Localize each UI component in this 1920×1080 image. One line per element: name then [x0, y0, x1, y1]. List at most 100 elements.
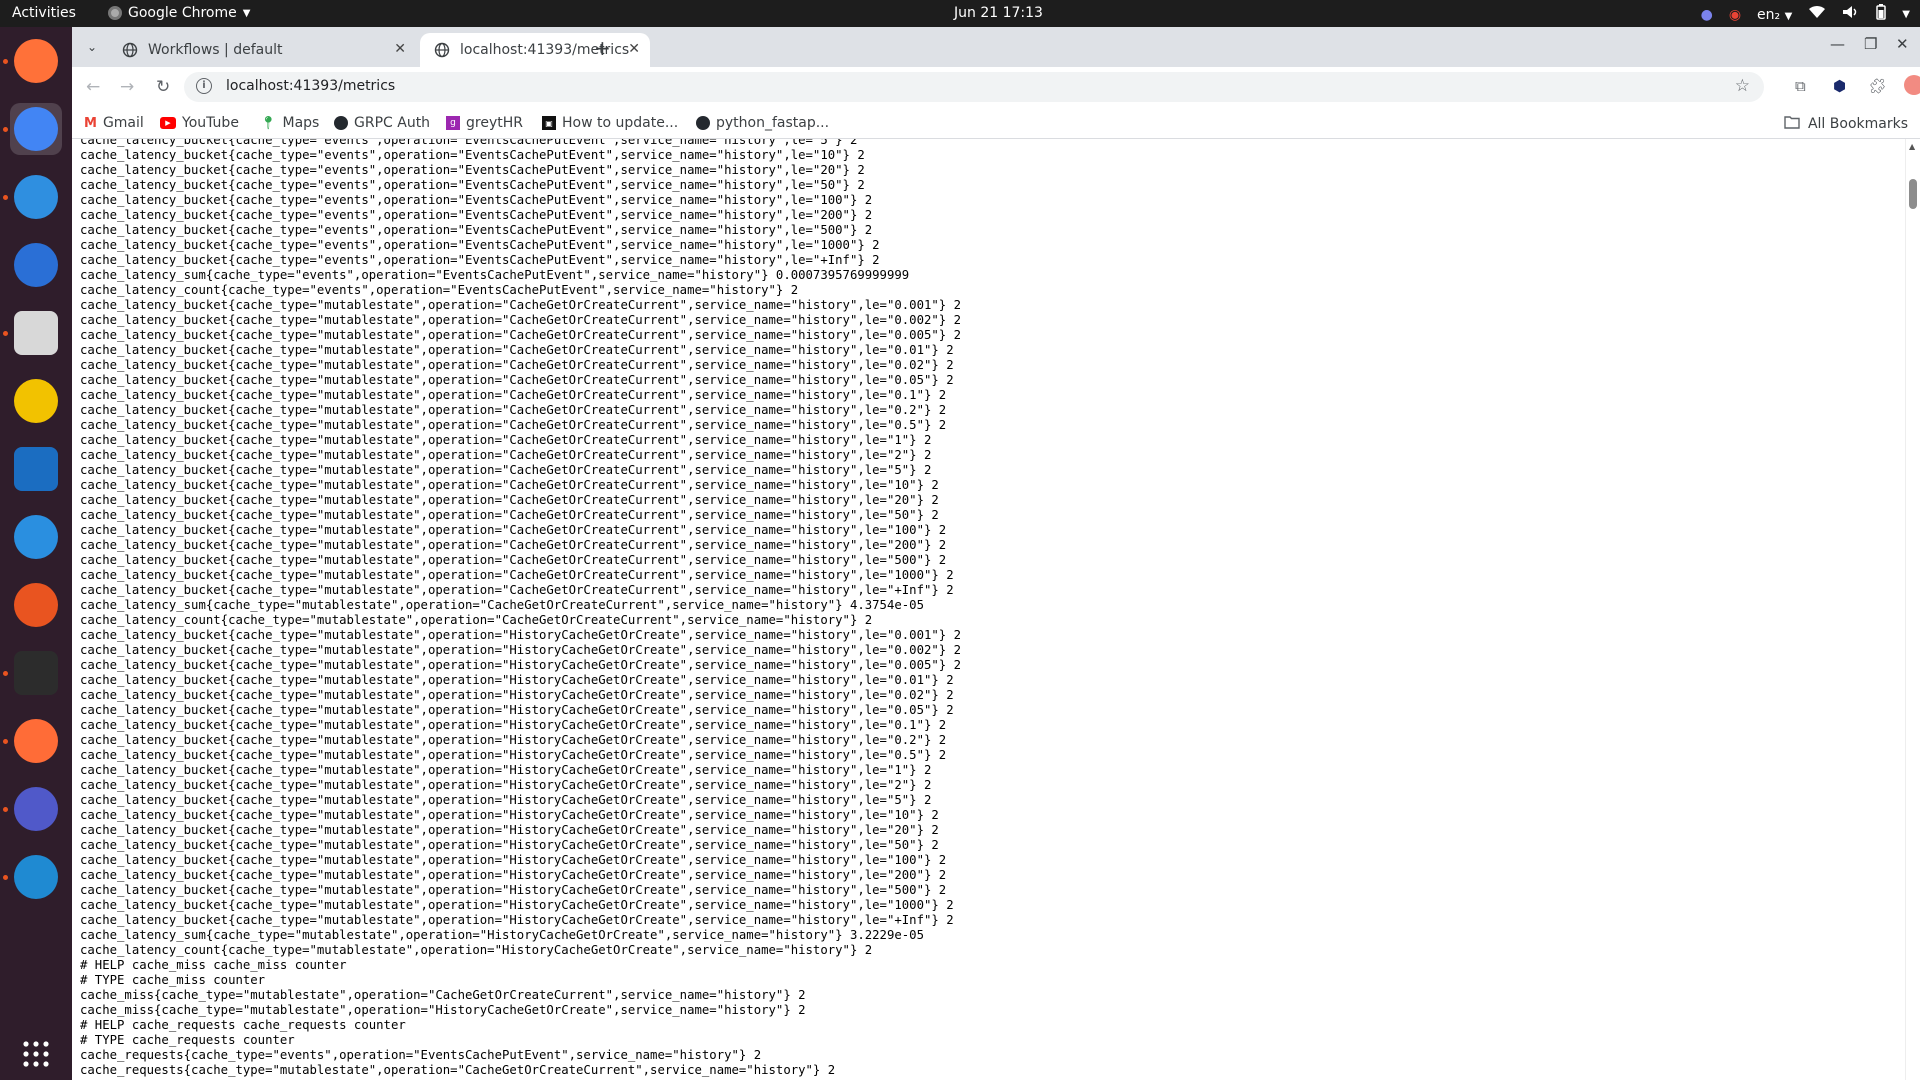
bookmark-greythr[interactable]: g greytHR [446, 115, 523, 131]
restore-icon[interactable]: ❐ [1864, 35, 1877, 53]
files-icon [14, 311, 58, 355]
wifi-icon[interactable] [1808, 5, 1826, 24]
metrics-line: cache_latency_bucket{cache_type="events"… [80, 178, 865, 192]
site-info-icon[interactable]: i [196, 78, 212, 94]
scrollbar[interactable]: ▲ [1905, 139, 1920, 1080]
language-label: en₂ [1757, 6, 1781, 23]
thunderbird-icon [14, 175, 58, 219]
password-extension-icon[interactable]: ⬢ [1833, 77, 1846, 95]
activities-button[interactable]: Activities [12, 5, 76, 21]
metrics-line: cache_latency_bucket{cache_type="mutable… [80, 553, 947, 567]
new-tab-button[interactable]: + [594, 36, 611, 60]
bookmark-label: How to update... [562, 115, 679, 131]
bookmark-site-icon: ▣ [542, 116, 556, 130]
metrics-line: cache_latency_bucket{cache_type="mutable… [80, 913, 954, 927]
browser-toolbar: ← → ↻ i localhost:41393/metrics ☆ ⧉ ⬢ 🧩︎… [72, 67, 1920, 107]
metrics-line: cache_latency_bucket{cache_type="events"… [80, 208, 873, 222]
github-icon [696, 116, 710, 130]
metrics-line: cache_latency_bucket{cache_type="mutable… [80, 523, 947, 537]
address-bar-url[interactable]: localhost:41393/metrics [226, 78, 395, 94]
dock-item[interactable] [10, 443, 62, 495]
page-content: cache_latency_bucket{cache_type="events"… [72, 139, 1920, 1080]
tab-search-button[interactable]: ⌄ [82, 37, 102, 57]
metrics-line: cache_latency_bucket{cache_type="mutable… [80, 373, 954, 387]
bookmark-grpc-auth[interactable]: GRPC Auth [334, 115, 430, 131]
bookmark-label: greytHR [466, 115, 523, 131]
metrics-line: cache_latency_bucket{cache_type="mutable… [80, 778, 932, 792]
rhythmbox-icon [14, 379, 58, 423]
metrics-line: cache_latency_bucket{cache_type="mutable… [80, 898, 954, 912]
running-indicator [3, 195, 8, 200]
tab-workflows[interactable]: Workflows | default ✕ [108, 33, 416, 67]
metrics-line: cache_latency_bucket{cache_type="mutable… [80, 688, 954, 702]
all-bookmarks-button[interactable]: All Bookmarks [1784, 115, 1908, 133]
power-menu-caret-icon[interactable]: ▼ [1902, 6, 1910, 24]
metrics-line: cache_latency_bucket{cache_type="mutable… [80, 733, 947, 747]
teams-tray-icon[interactable]: ● [1701, 6, 1713, 24]
dock-item[interactable] [10, 511, 62, 563]
profile-avatar[interactable] [1904, 75, 1920, 95]
metrics-line: cache_latency_bucket{cache_type="mutable… [80, 343, 954, 357]
system-top-bar: Activities Google Chrome ▼ Jun 21 17:13 … [0, 0, 1920, 27]
metrics-text: cache_latency_bucket{cache_type="events"… [80, 139, 961, 1078]
bookmark-how-to-update[interactable]: ▣ How to update... [542, 115, 678, 131]
dock-item[interactable] [3, 307, 62, 359]
dock-item[interactable] [3, 647, 62, 699]
firefox-icon [14, 39, 58, 83]
show-apps-button[interactable] [10, 1028, 62, 1080]
dock-item[interactable] [10, 579, 62, 631]
metrics-line: # TYPE cache_miss counter [80, 973, 266, 987]
screen-cast-icon[interactable]: ⧉ [1795, 77, 1806, 95]
close-tab-icon[interactable]: ✕ [628, 41, 640, 57]
forward-icon[interactable]: → [120, 77, 134, 97]
dock-item[interactable] [3, 35, 62, 87]
volume-icon[interactable] [1842, 5, 1860, 24]
dock-item[interactable] [10, 375, 62, 427]
dock-item[interactable] [3, 103, 62, 155]
dock-item[interactable] [3, 715, 62, 767]
bookmark-star-icon[interactable]: ☆ [1735, 76, 1750, 96]
metrics-line: cache_latency_bucket{cache_type="mutable… [80, 808, 939, 822]
chrome-tray-icon[interactable]: ◉ [1729, 6, 1741, 24]
terminal-icon [14, 651, 58, 695]
close-window-icon[interactable]: ✕ [1896, 35, 1909, 53]
minimize-icon[interactable]: — [1830, 35, 1845, 53]
scrollbar-thumb[interactable] [1909, 179, 1917, 209]
greythr-icon: g [446, 116, 460, 130]
metrics-line: cache_latency_bucket{cache_type="mutable… [80, 403, 947, 417]
metrics-line: # HELP cache_requests cache_requests cou… [80, 1018, 406, 1032]
metrics-line: cache_latency_bucket{cache_type="mutable… [80, 883, 947, 897]
metrics-line: cache_latency_bucket{cache_type="events"… [80, 193, 873, 207]
extensions-icon[interactable]: 🧩︎ [1868, 77, 1887, 95]
metrics-line: cache_latency_bucket{cache_type="mutable… [80, 628, 961, 642]
metrics-line: cache_latency_bucket{cache_type="mutable… [80, 643, 961, 657]
battery-icon[interactable] [1876, 4, 1887, 25]
dock-item[interactable] [3, 783, 62, 835]
metrics-line: cache_latency_bucket{cache_type="mutable… [80, 328, 961, 342]
bookmarks-bar: M Gmail ▶ YouTube 📍︎ Maps GRPC Auth g gr… [72, 107, 1920, 139]
language-indicator[interactable]: en₂ ▼ [1757, 7, 1792, 23]
address-bar[interactable]: i localhost:41393/metrics ☆ [184, 72, 1764, 102]
scroll-up-arrow-icon[interactable]: ▲ [1909, 142, 1915, 151]
dock-item[interactable] [3, 851, 62, 903]
bookmark-gmail[interactable]: M Gmail [84, 115, 144, 131]
system-tray[interactable]: ● ◉ en₂ ▼ ▼ [1701, 4, 1910, 25]
clock[interactable]: Jun 21 17:13 [954, 5, 1043, 21]
app-menu[interactable]: Google Chrome ▼ [108, 5, 250, 21]
browser-window: ⌄ Workflows | default ✕ localhost:41393/… [72, 27, 1920, 1080]
dock [0, 27, 72, 1080]
dock-item[interactable] [10, 239, 62, 291]
metrics-line: cache_latency_count{cache_type="events",… [80, 283, 799, 297]
reload-icon[interactable]: ↻ [156, 77, 170, 97]
metrics-line: cache_latency_sum{cache_type="mutablesta… [80, 598, 924, 612]
close-tab-icon[interactable]: ✕ [394, 41, 406, 57]
tab-metrics[interactable]: localhost:41393/metrics ✕ [420, 33, 650, 67]
bookmark-maps[interactable]: 📍︎ Maps [260, 115, 319, 131]
metrics-line: cache_latency_bucket{cache_type="mutable… [80, 388, 947, 402]
github-icon [334, 116, 348, 130]
metrics-line: cache_latency_bucket{cache_type="mutable… [80, 433, 932, 447]
back-icon[interactable]: ← [86, 77, 100, 97]
bookmark-youtube[interactable]: ▶ YouTube [160, 115, 239, 131]
dock-item[interactable] [3, 171, 62, 223]
bookmark-python-fastapi[interactable]: python_fastap... [696, 115, 829, 131]
